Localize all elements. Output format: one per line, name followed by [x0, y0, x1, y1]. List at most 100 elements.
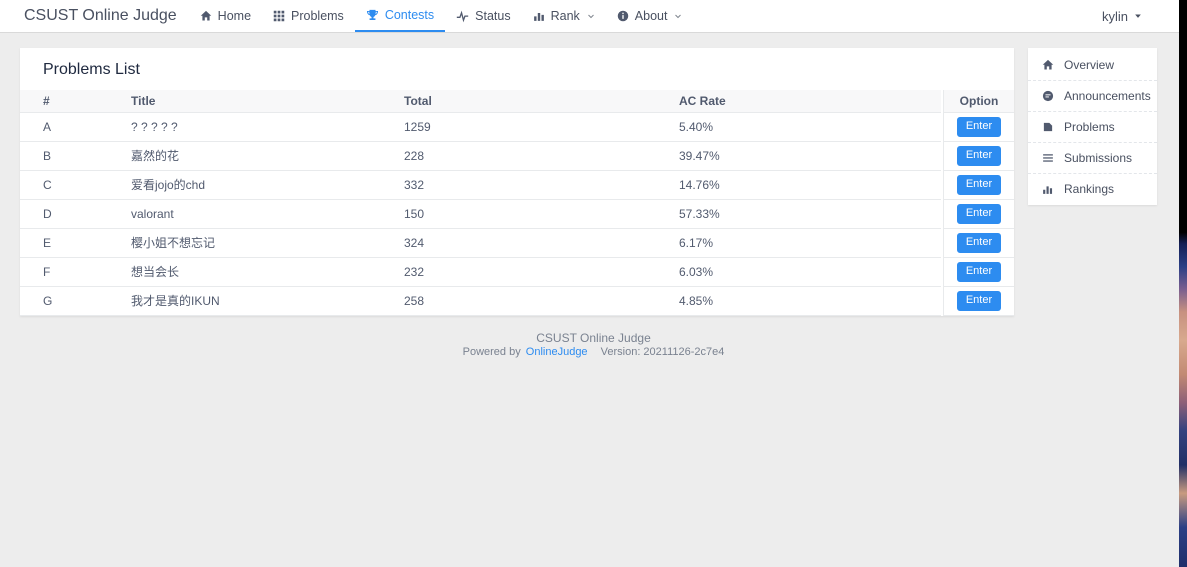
main-nav: Home Problems Contests Status Rank About — [189, 0, 694, 32]
option-cell: Enter — [944, 142, 1014, 171]
sidebar-item-label: Problems — [1064, 120, 1115, 134]
problem-title: valorant — [108, 199, 381, 228]
problem-ac-rate: 4.85% — [656, 286, 941, 315]
problem-ac-rate: 5.40% — [656, 112, 941, 141]
problem-id: F — [20, 257, 108, 286]
page-title: Problems List — [20, 48, 1014, 90]
nav-item-problems[interactable]: Problems — [262, 0, 355, 32]
nav-item-label: Problems — [291, 9, 344, 23]
nav-item-label: About — [635, 9, 668, 23]
bar-chart-icon — [533, 10, 545, 22]
table-header-row: # Title Total AC Rate — [20, 90, 941, 112]
sidebar-item-announcements[interactable]: Announcements — [1028, 80, 1157, 111]
problems-table: # Title Total AC Rate A? ? ? ? ?12595.40… — [20, 90, 1014, 316]
nav-item-home[interactable]: Home — [189, 0, 262, 32]
sidebar-item-overview[interactable]: Overview — [1028, 49, 1157, 80]
problem-ac-rate: 14.76% — [656, 170, 941, 199]
table-row: B嘉然的花22839.47% — [20, 141, 941, 170]
book-icon — [1042, 121, 1054, 133]
problem-title: 樱小姐不想忘记 — [108, 228, 381, 257]
trophy-icon — [366, 9, 379, 22]
brand[interactable]: CSUST Online Judge — [24, 7, 177, 25]
problem-total: 232 — [381, 257, 656, 286]
column-header-title: Title — [108, 90, 381, 112]
sidebar-item-problems[interactable]: Problems — [1028, 111, 1157, 142]
problem-id: B — [20, 141, 108, 170]
problem-total: 150 — [381, 199, 656, 228]
caret-down-icon — [1133, 11, 1143, 21]
info-icon — [617, 10, 629, 22]
onlinejudge-link[interactable]: OnlineJudge — [526, 346, 588, 358]
enter-button[interactable]: Enter — [957, 117, 1001, 136]
option-cell: Enter — [944, 113, 1014, 142]
option-cell: Enter — [944, 287, 1014, 316]
problem-total: 332 — [381, 170, 656, 199]
problem-ac-rate: 39.47% — [656, 141, 941, 170]
enter-button[interactable]: Enter — [957, 204, 1001, 223]
sidebar-item-label: Announcements — [1064, 89, 1151, 103]
problem-ac-rate: 57.33% — [656, 199, 941, 228]
nav-item-label: Contests — [385, 8, 434, 22]
rankings-icon — [1042, 183, 1054, 195]
nav-item-label: Home — [218, 9, 251, 23]
column-header-total: Total — [381, 90, 656, 112]
home-icon — [1042, 59, 1054, 71]
table-row: A? ? ? ? ?12595.40% — [20, 112, 941, 141]
sidebar-item-label: Rankings — [1064, 182, 1114, 196]
option-cell: Enter — [944, 258, 1014, 287]
version-text: Version: 20211126-2c7e4 — [601, 346, 725, 358]
footer-credits: Powered by OnlineJudge Version: 20211126… — [0, 346, 1187, 359]
problem-id: D — [20, 199, 108, 228]
sidebar-item-label: Submissions — [1064, 151, 1132, 165]
chevron-down-icon — [587, 12, 595, 20]
problem-id: A — [20, 112, 108, 141]
problem-title: 嘉然的花 — [108, 141, 381, 170]
enter-button[interactable]: Enter — [957, 262, 1001, 281]
problem-title: 我才是真的IKUN — [108, 286, 381, 315]
announcement-icon — [1042, 90, 1054, 102]
sidebar-item-rankings[interactable]: Rankings — [1028, 173, 1157, 204]
option-cell: Enter — [944, 171, 1014, 200]
nav-item-contests[interactable]: Contests — [355, 0, 445, 32]
problem-ac-rate: 6.17% — [656, 228, 941, 257]
enter-button[interactable]: Enter — [957, 146, 1001, 165]
nav-item-label: Status — [475, 9, 510, 23]
sidebar-item-submissions[interactable]: Submissions — [1028, 142, 1157, 173]
table-row: E樱小姐不想忘记3246.17% — [20, 228, 941, 257]
enter-button[interactable]: Enter — [957, 233, 1001, 252]
nav-item-about[interactable]: About — [606, 0, 694, 32]
option-column: Option Enter Enter Enter Enter Enter Enter Ent… — [943, 90, 1014, 316]
problem-title: 想当会长 — [108, 257, 381, 286]
nav-item-rank[interactable]: Rank — [522, 0, 606, 32]
pulse-icon — [456, 10, 469, 23]
grid-icon — [273, 10, 285, 22]
nav-item-status[interactable]: Status — [445, 0, 521, 32]
list-icon — [1042, 152, 1054, 164]
chevron-down-icon — [674, 12, 682, 20]
content-area: Problems List # Title Total AC Rate A? ?… — [0, 33, 1187, 316]
user-menu[interactable]: kylin — [1102, 9, 1143, 24]
sidebar-item-label: Overview — [1064, 58, 1114, 72]
footer: CSUST Online Judge Powered by OnlineJudg… — [0, 332, 1187, 359]
problem-total: 258 — [381, 286, 656, 315]
table-row: Dvalorant15057.33% — [20, 199, 941, 228]
contest-sidebar: Overview Announcements Problems Submissions… — [1028, 48, 1157, 205]
problem-id: E — [20, 228, 108, 257]
username: kylin — [1102, 9, 1128, 24]
table-row: F想当会长2326.03% — [20, 257, 941, 286]
navbar: CSUST Online Judge Home Problems Contests S… — [0, 0, 1187, 33]
problem-title: 爱看jojo的chd — [108, 170, 381, 199]
powered-by-text: Powered by — [463, 346, 521, 358]
column-header-id: # — [20, 90, 108, 112]
enter-button[interactable]: Enter — [957, 291, 1001, 310]
desktop-wallpaper-edge — [1179, 0, 1187, 567]
enter-button[interactable]: Enter — [957, 175, 1001, 194]
column-header-ac-rate: AC Rate — [656, 90, 941, 112]
problems-card: Problems List # Title Total AC Rate A? ?… — [20, 48, 1014, 316]
option-cell: Enter — [944, 229, 1014, 258]
column-header-option: Option — [944, 90, 1014, 113]
problem-title: ? ? ? ? ? — [108, 112, 381, 141]
footer-title: CSUST Online Judge — [0, 332, 1187, 345]
table-row: G我才是真的IKUN2584.85% — [20, 286, 941, 315]
table-row: C爱看jojo的chd33214.76% — [20, 170, 941, 199]
